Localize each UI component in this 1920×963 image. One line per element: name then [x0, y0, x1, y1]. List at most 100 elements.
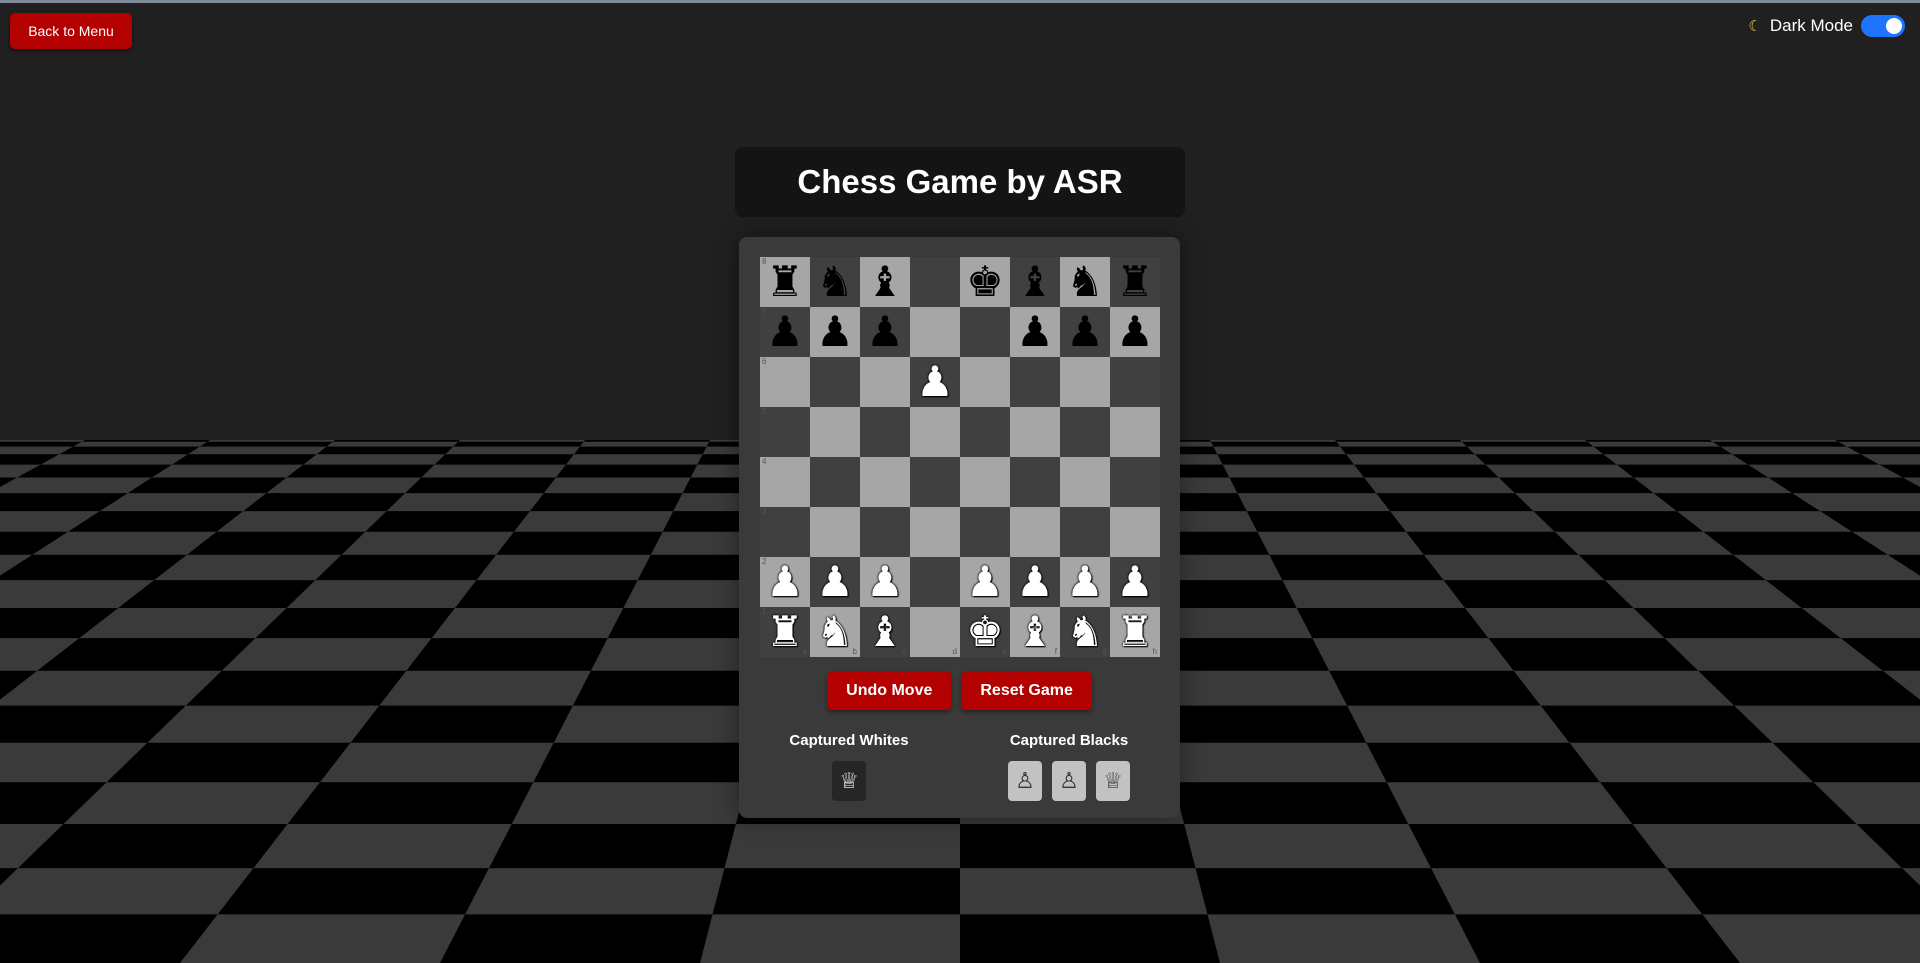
square-a2[interactable]: 2 ♟	[760, 557, 810, 607]
square-e7[interactable]	[960, 307, 1010, 357]
square-d7[interactable]	[910, 307, 960, 357]
black-piece[interactable]: ♝	[866, 261, 904, 303]
square-h6[interactable]	[1110, 357, 1160, 407]
white-piece[interactable]: ♝	[1016, 611, 1054, 653]
square-f3[interactable]	[1010, 507, 1060, 557]
square-e3[interactable]	[960, 507, 1010, 557]
square-e4[interactable]	[960, 457, 1010, 507]
square-b7[interactable]: ♟	[810, 307, 860, 357]
square-b5[interactable]	[810, 407, 860, 457]
white-piece[interactable]: ♟	[1116, 561, 1154, 603]
square-e6[interactable]	[960, 357, 1010, 407]
square-c8[interactable]: ♝	[860, 257, 910, 307]
floor-tile	[266, 477, 422, 494]
square-h4[interactable]	[1110, 457, 1160, 507]
black-piece[interactable]: ♜	[1116, 261, 1154, 303]
square-f5[interactable]	[1010, 407, 1060, 457]
square-d6[interactable]: ♟	[910, 357, 960, 407]
white-piece[interactable]: ♟	[966, 561, 1004, 603]
square-b3[interactable]	[810, 507, 860, 557]
square-f1[interactable]: f ♝	[1010, 607, 1060, 657]
square-d3[interactable]	[910, 507, 960, 557]
square-g8[interactable]: ♞	[1060, 257, 1110, 307]
square-a1[interactable]: 1 a ♜	[760, 607, 810, 657]
square-d1[interactable]: d	[910, 607, 960, 657]
square-f4[interactable]	[1010, 457, 1060, 507]
square-a5[interactable]: 5	[760, 407, 810, 457]
black-piece[interactable]: ♟	[1116, 311, 1154, 353]
white-piece[interactable]: ♟	[1066, 561, 1104, 603]
black-piece[interactable]: ♚	[966, 261, 1004, 303]
floor-tile	[476, 554, 651, 581]
dark-mode-toggle[interactable]	[1861, 15, 1905, 37]
square-d2[interactable]	[910, 557, 960, 607]
square-b6[interactable]	[810, 357, 860, 407]
square-b8[interactable]: ♞	[810, 257, 860, 307]
black-piece[interactable]: ♟	[866, 311, 904, 353]
square-d8[interactable]	[910, 257, 960, 307]
undo-move-button[interactable]: Undo Move	[827, 672, 952, 710]
square-h7[interactable]: ♟	[1110, 307, 1160, 357]
square-a3[interactable]: 3	[760, 507, 810, 557]
white-piece[interactable]: ♟	[1016, 561, 1054, 603]
square-f8[interactable]: ♝	[1010, 257, 1060, 307]
square-g3[interactable]	[1060, 507, 1110, 557]
square-e8[interactable]: ♚	[960, 257, 1010, 307]
square-f7[interactable]: ♟	[1010, 307, 1060, 357]
white-piece[interactable]: ♜	[1116, 611, 1154, 653]
square-a7[interactable]: 7 ♟	[760, 307, 810, 357]
square-g4[interactable]	[1060, 457, 1110, 507]
black-piece[interactable]: ♞	[1066, 261, 1104, 303]
square-d5[interactable]	[910, 407, 960, 457]
white-piece[interactable]: ♞	[816, 611, 854, 653]
black-piece[interactable]: ♟	[1066, 311, 1104, 353]
square-h3[interactable]	[1110, 507, 1160, 557]
square-c4[interactable]	[860, 457, 910, 507]
square-c7[interactable]: ♟	[860, 307, 910, 357]
square-d4[interactable]	[910, 457, 960, 507]
square-a8[interactable]: 8 ♜	[760, 257, 810, 307]
white-piece[interactable]: ♞	[1066, 611, 1104, 653]
black-piece[interactable]: ♜	[766, 261, 804, 303]
square-f6[interactable]	[1010, 357, 1060, 407]
square-e1[interactable]: e ♚	[960, 607, 1010, 657]
square-f2[interactable]: ♟	[1010, 557, 1060, 607]
white-piece[interactable]: ♚	[966, 611, 1004, 653]
white-piece[interactable]: ♝	[866, 611, 904, 653]
black-piece[interactable]: ♞	[816, 261, 854, 303]
square-g1[interactable]: g ♞	[1060, 607, 1110, 657]
square-e5[interactable]	[960, 407, 1010, 457]
floor-tile	[147, 705, 380, 743]
square-a4[interactable]: 4	[760, 457, 810, 507]
square-b4[interactable]	[810, 457, 860, 507]
square-c2[interactable]: ♟	[860, 557, 910, 607]
white-piece[interactable]: ♟	[766, 561, 804, 603]
square-h1[interactable]: h ♜	[1110, 607, 1160, 657]
square-c3[interactable]	[860, 507, 910, 557]
white-piece[interactable]: ♜	[766, 611, 804, 653]
square-e2[interactable]: ♟	[960, 557, 1010, 607]
square-c5[interactable]	[860, 407, 910, 457]
white-piece[interactable]: ♟	[816, 561, 854, 603]
square-b1[interactable]: b ♞	[810, 607, 860, 657]
reset-game-button[interactable]: Reset Game	[961, 672, 1092, 710]
square-g5[interactable]	[1060, 407, 1110, 457]
square-c1[interactable]: c ♝	[860, 607, 910, 657]
square-g6[interactable]	[1060, 357, 1110, 407]
square-b2[interactable]: ♟	[810, 557, 860, 607]
floor-tile	[303, 454, 446, 465]
white-piece[interactable]: ♟	[866, 561, 904, 603]
square-h5[interactable]	[1110, 407, 1160, 457]
square-h8[interactable]: ♜	[1110, 257, 1160, 307]
black-piece[interactable]: ♟	[816, 311, 854, 353]
square-g7[interactable]: ♟	[1060, 307, 1110, 357]
black-piece[interactable]: ♟	[1016, 311, 1054, 353]
black-piece[interactable]: ♝	[1016, 261, 1054, 303]
square-a6[interactable]: 6	[760, 357, 810, 407]
white-piece[interactable]: ♟	[916, 361, 954, 403]
black-piece[interactable]: ♟	[766, 311, 804, 353]
back-to-menu-button[interactable]: Back to Menu	[10, 13, 132, 49]
square-c6[interactable]	[860, 357, 910, 407]
square-h2[interactable]: ♟	[1110, 557, 1160, 607]
square-g2[interactable]: ♟	[1060, 557, 1110, 607]
